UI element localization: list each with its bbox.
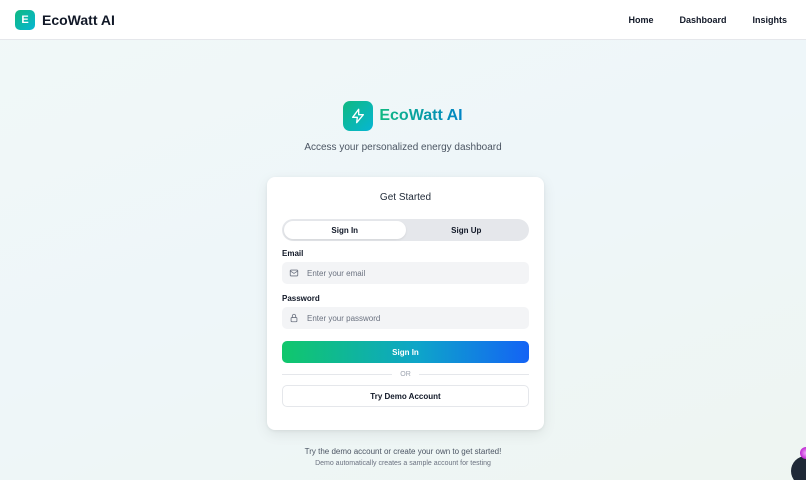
nav-dashboard-link[interactable]: Dashboard — [679, 15, 726, 25]
password-input[interactable] — [307, 313, 529, 323]
nav-home-link[interactable]: Home — [628, 15, 653, 25]
footer-hint-line1: Try the demo account or create your own … — [304, 447, 502, 456]
auth-card: Get Started Sign In Sign Up Email Passwo… — [267, 177, 544, 430]
footer-hint-line2: Demo automatically creates a sample acco… — [315, 460, 491, 467]
brand-logo[interactable]: E EcoWatt AI — [15, 9, 115, 30]
password-label: Password — [282, 294, 320, 303]
sign-in-button[interactable]: Sign In — [282, 341, 529, 363]
divider-line-right — [418, 374, 529, 375]
mail-icon — [289, 268, 299, 278]
card-title: Get Started — [379, 192, 432, 203]
divider-text: OR — [400, 371, 411, 378]
email-input[interactable] — [307, 268, 529, 278]
hero-subtitle: Access your personalized energy dashboar… — [304, 142, 502, 153]
brand-badge: E — [15, 9, 35, 30]
divider-line-left — [282, 374, 393, 375]
hero-section: EcoWatt AI Access your personalized ener… — [0, 101, 806, 153]
try-demo-button[interactable]: Try Demo Account — [282, 385, 529, 407]
hero-logo: EcoWatt AI — [343, 101, 463, 131]
brand-name: EcoWatt AI — [42, 11, 115, 28]
top-navbar: E EcoWatt AI Home Dashboard Insights — [0, 0, 806, 40]
email-field-wrapper — [282, 262, 529, 284]
auth-tabs: Sign In Sign Up — [282, 219, 529, 241]
widget-badge-icon — [800, 447, 806, 459]
tab-sign-in[interactable]: Sign In — [284, 221, 406, 239]
email-label: Email — [282, 249, 304, 258]
lightning-bolt-icon — [343, 101, 374, 131]
lock-icon — [289, 313, 299, 323]
hero-title: EcoWatt AI — [379, 107, 463, 124]
tab-sign-up[interactable]: Sign Up — [406, 221, 528, 239]
footer-hint: Try the demo account or create your own … — [0, 447, 806, 467]
or-divider: OR — [282, 371, 529, 378]
password-field-wrapper — [282, 307, 529, 329]
main-nav: Home Dashboard Insights — [628, 15, 791, 25]
nav-insights-link[interactable]: Insights — [752, 15, 787, 25]
